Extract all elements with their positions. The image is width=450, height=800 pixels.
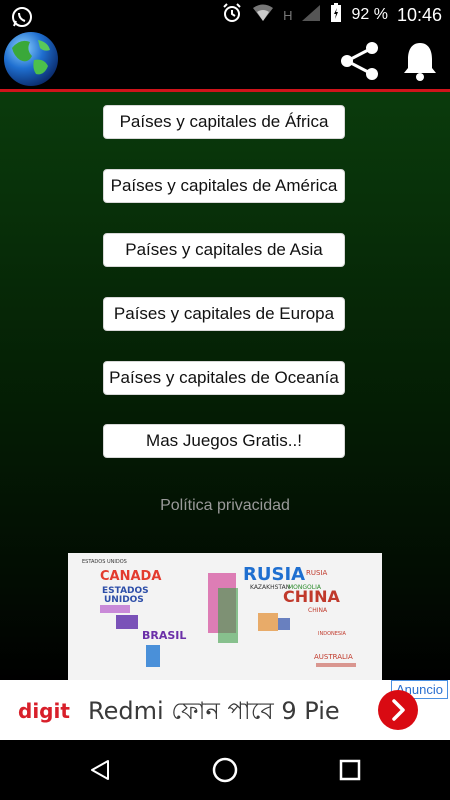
wordmap-word: INDONESIA: [318, 631, 347, 637]
wordmap-word: AUSTRALIA: [314, 653, 353, 661]
globe-icon: [2, 30, 60, 88]
more-games-button[interactable]: Mas Juegos Gratis..!: [103, 424, 345, 458]
svg-text:UNIDOS: UNIDOS: [104, 595, 144, 605]
chevron-right-icon: [392, 699, 405, 721]
world-word-map-image: ESTADOS UNIDOS CANADA ESTADOS UNIDOS BRA…: [68, 553, 382, 680]
wordmap-word: BRASIL: [142, 629, 186, 642]
app-bar: [0, 30, 450, 90]
ad-go-button[interactable]: [378, 690, 418, 730]
navigation-bar: [0, 740, 450, 800]
share-icon[interactable]: [338, 41, 382, 81]
wordmap-word: RUSIA: [243, 564, 305, 585]
wordmap-word: CANADA: [100, 569, 161, 584]
home-icon[interactable]: [211, 756, 239, 789]
ad-headline[interactable]: Redmi ফোন পাবে 9 Pie: [88, 693, 340, 733]
asia-button[interactable]: Países y capitales de Asia: [103, 233, 345, 267]
svg-text:CHINA: CHINA: [308, 607, 328, 614]
svg-text:RUSIA: RUSIA: [306, 569, 327, 577]
battery-icon: [330, 2, 342, 28]
battery-percent: 92 %: [351, 6, 388, 23]
bell-icon[interactable]: [400, 40, 440, 82]
signal-icon: [301, 4, 321, 27]
africa-button[interactable]: Países y capitales de África: [103, 105, 345, 139]
network-type-label: H: [283, 7, 293, 23]
privacy-policy-link[interactable]: Política privacidad: [0, 497, 450, 515]
europe-button[interactable]: Países y capitales de Europa: [103, 297, 345, 331]
clock: 10:46: [396, 4, 442, 25]
ad-brand-logo[interactable]: digit: [18, 699, 70, 723]
recents-icon[interactable]: [339, 759, 361, 786]
wifi-icon: [252, 4, 274, 27]
status-bar: H 92 % 10:46: [0, 0, 450, 30]
wordmap-word: CHINA: [283, 587, 340, 606]
alarm-icon: [221, 2, 243, 29]
america-button[interactable]: Países y capitales de América: [103, 169, 345, 203]
oceania-button[interactable]: Países y capitales de Oceanía: [103, 361, 345, 395]
wordmap-word: ESTADOS UNIDOS: [82, 559, 127, 565]
back-icon[interactable]: [88, 758, 112, 787]
